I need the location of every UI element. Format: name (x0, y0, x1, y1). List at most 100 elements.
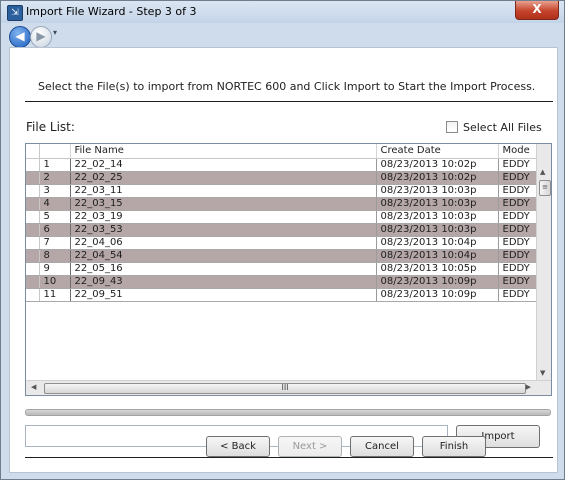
create-date-cell[interactable]: 08/23/2013 10:09p (376, 288, 499, 302)
row-index-cell[interactable]: 4 (39, 197, 71, 211)
table-header-row: File Name Create Date Mode (26, 144, 537, 159)
create-date-cell[interactable]: 08/23/2013 10:09p (376, 275, 499, 289)
create-date-cell[interactable]: 08/23/2013 10:02p (376, 158, 499, 172)
row-index-cell[interactable]: 9 (39, 262, 71, 276)
bottom-divider (25, 457, 553, 458)
create-date-cell[interactable]: 08/23/2013 10:02p (376, 171, 499, 185)
row-selector[interactable] (26, 184, 40, 198)
window-title: Import File Wizard - Step 3 of 3 (26, 5, 197, 18)
mode-cell[interactable]: EDDY (498, 275, 537, 289)
create-date-cell[interactable]: 08/23/2013 10:03p (376, 210, 499, 224)
row-selector[interactable] (26, 210, 40, 224)
import-progress-bar (25, 409, 551, 416)
row-index-cell[interactable]: 11 (39, 288, 71, 302)
table-row[interactable]: 7 22_04_06 08/23/2013 10:04p EDDY (26, 236, 537, 250)
horizontal-scroll-thumb[interactable]: III (44, 383, 526, 394)
row-selector[interactable] (26, 197, 40, 211)
file-name-cell[interactable]: 22_05_16 (70, 262, 377, 276)
row-selector[interactable] (26, 249, 40, 263)
app-icon: ⇲ (7, 5, 23, 21)
table-row[interactable]: 11 22_09_51 08/23/2013 10:09p EDDY (26, 288, 537, 302)
create-date-cell[interactable]: 08/23/2013 10:05p (376, 262, 499, 276)
table-row[interactable]: 9 22_05_16 08/23/2013 10:05p EDDY (26, 262, 537, 276)
row-selector[interactable] (26, 262, 40, 276)
row-index-cell[interactable]: 6 (39, 223, 71, 237)
mode-cell[interactable]: EDDY (498, 184, 537, 198)
create-date-cell[interactable]: 08/23/2013 10:03p (376, 184, 499, 198)
mode-cell[interactable]: EDDY (498, 262, 537, 276)
mode-cell[interactable]: EDDY (498, 210, 537, 224)
scroll-down-icon[interactable]: ▼ (540, 369, 545, 377)
file-name-cell[interactable]: 22_04_06 (70, 236, 377, 250)
row-index-cell[interactable]: 7 (39, 236, 71, 250)
scroll-left-icon[interactable]: ◀ (31, 383, 36, 391)
file-name-cell[interactable]: 22_03_15 (70, 197, 377, 211)
row-index-cell[interactable]: 1 (39, 158, 71, 172)
file-name-cell[interactable]: 22_03_19 (70, 210, 377, 224)
mode-cell[interactable]: EDDY (498, 158, 537, 172)
table-row[interactable]: 4 22_03_15 08/23/2013 10:03p EDDY (26, 197, 537, 211)
table-row[interactable]: 2 22_02_25 08/23/2013 10:02p EDDY (26, 171, 537, 185)
row-index-cell[interactable]: 10 (39, 275, 71, 289)
file-name-cell[interactable]: 22_09_43 (70, 275, 377, 289)
row-index-cell[interactable]: 5 (39, 210, 71, 224)
mode-cell[interactable]: EDDY (498, 249, 537, 263)
file-name-cell[interactable]: 22_04_54 (70, 249, 377, 263)
wizard-content-panel: Select the File(s) to import from NORTEC… (9, 47, 558, 473)
column-header-file-name[interactable]: File Name (70, 144, 377, 159)
create-date-cell[interactable]: 08/23/2013 10:03p (376, 223, 499, 237)
select-all-label: Select All Files (463, 121, 542, 134)
row-index-cell[interactable]: 8 (39, 249, 71, 263)
table-row[interactable]: 5 22_03_19 08/23/2013 10:03p EDDY (26, 210, 537, 224)
row-selector[interactable] (26, 288, 40, 302)
table-row[interactable]: 6 22_03_53 08/23/2013 10:03p EDDY (26, 223, 537, 237)
mode-cell[interactable]: EDDY (498, 223, 537, 237)
row-index-cell[interactable]: 3 (39, 184, 71, 198)
title-bar: ⇲ Import File Wizard - Step 3 of 3 X (1, 1, 564, 23)
row-selector[interactable] (26, 275, 40, 289)
create-date-cell[interactable]: 08/23/2013 10:04p (376, 236, 499, 250)
create-date-cell[interactable]: 08/23/2013 10:03p (376, 197, 499, 211)
table-row[interactable]: 3 22_03_11 08/23/2013 10:03p EDDY (26, 184, 537, 198)
back-arrow-icon[interactable]: ◀ (9, 26, 31, 48)
table-row[interactable]: 1 22_02_14 08/23/2013 10:02p EDDY (26, 158, 537, 172)
file-name-cell[interactable]: 22_09_51 (70, 288, 377, 302)
vertical-scroll-thumb[interactable]: ≡ (539, 180, 551, 196)
history-dropdown-icon[interactable]: ▾ (53, 28, 57, 37)
file-table: File Name Create Date Mode 1 22_02_14 08/2… (26, 144, 537, 302)
create-date-cell[interactable]: 08/23/2013 10:04p (376, 249, 499, 263)
select-all-files-checkbox[interactable]: Select All Files (446, 121, 542, 134)
import-file-wizard-window: ⇲ Import File Wizard - Step 3 of 3 X ◀ ▶… (0, 0, 565, 480)
cancel-button[interactable]: Cancel (350, 436, 414, 457)
horizontal-scrollbar[interactable]: ◀ III ▶ (26, 380, 551, 395)
table-row[interactable]: 8 22_04_54 08/23/2013 10:04p EDDY (26, 249, 537, 263)
navigation-bar: ◀ ▶ ▾ (1, 23, 564, 48)
row-index-cell[interactable]: 2 (39, 171, 71, 185)
row-selector[interactable] (26, 223, 40, 237)
scroll-up-icon[interactable]: ▲ (540, 168, 545, 176)
column-header-create-date[interactable]: Create Date (376, 144, 499, 159)
checkbox-icon[interactable] (446, 121, 458, 133)
file-name-cell[interactable]: 22_02_14 (70, 158, 377, 172)
mode-cell[interactable]: EDDY (498, 236, 537, 250)
table-row[interactable]: 10 22_09_43 08/23/2013 10:09p EDDY (26, 275, 537, 289)
mode-cell[interactable]: EDDY (498, 197, 537, 211)
mode-cell[interactable]: EDDY (498, 171, 537, 185)
back-button[interactable]: < Back (206, 436, 270, 457)
mode-cell[interactable]: EDDY (498, 288, 537, 302)
forward-arrow-icon: ▶ (30, 26, 52, 48)
row-selector[interactable] (26, 158, 40, 172)
close-button[interactable]: X (515, 1, 559, 20)
row-selector[interactable] (26, 171, 40, 185)
row-selector[interactable] (26, 236, 40, 250)
file-name-cell[interactable]: 22_03_53 (70, 223, 377, 237)
file-name-cell[interactable]: 22_02_25 (70, 171, 377, 185)
scroll-right-icon[interactable]: ▶ (526, 383, 531, 391)
finish-button[interactable]: Finish (422, 436, 486, 457)
column-header-mode[interactable]: Mode (498, 144, 537, 159)
file-name-cell[interactable]: 22_03_11 (70, 184, 377, 198)
instruction-text: Select the File(s) to import from NORTEC… (38, 80, 536, 93)
column-header-index[interactable] (39, 144, 71, 159)
vertical-scrollbar[interactable]: ▲ ≡ ▼ (536, 144, 551, 381)
file-list-grid[interactable]: File Name Create Date Mode 1 22_02_14 08/2… (25, 143, 552, 396)
